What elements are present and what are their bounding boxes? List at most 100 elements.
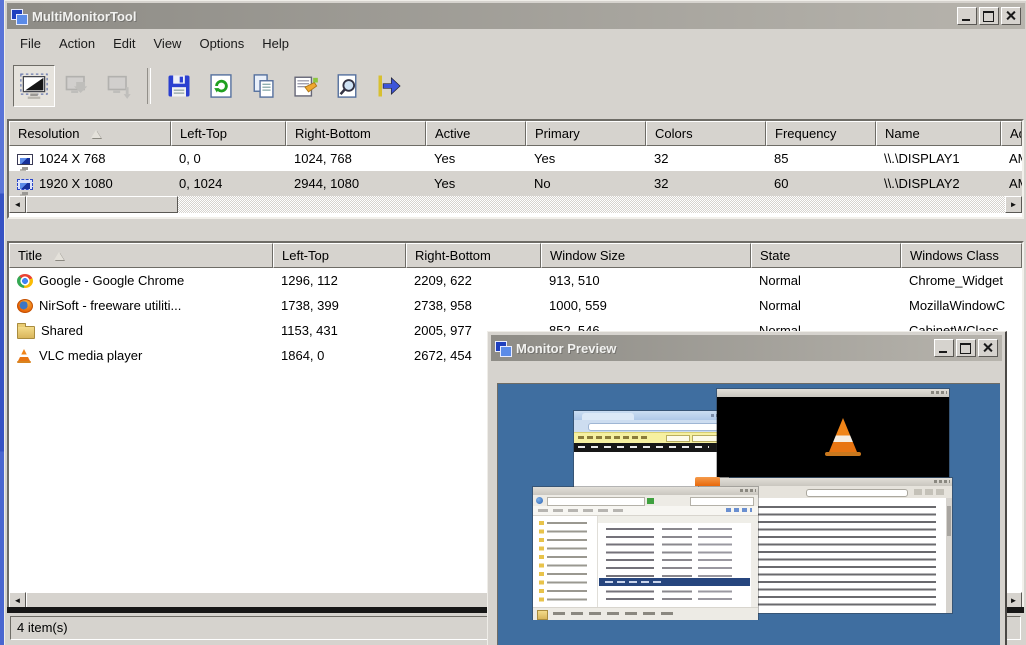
minimize-icon <box>939 351 947 353</box>
sort-ascending-icon <box>54 252 64 260</box>
display-monitor-selected-icon <box>17 179 33 190</box>
column-header-right-bottom[interactable]: Right-Bottom <box>286 121 426 146</box>
minimize-icon <box>962 19 970 21</box>
find-icon <box>333 72 361 100</box>
folder-icon <box>17 326 35 339</box>
column-header-right-bottom[interactable]: Right-Bottom <box>406 243 541 268</box>
main-titlebar[interactable]: MultiMonitorTool <box>7 3 1025 29</box>
save-button[interactable] <box>159 66 199 106</box>
monitors-list: Resolution Left-Top Right-Bottom Active … <box>7 119 1024 219</box>
column-header-resolution[interactable]: Resolution <box>9 121 171 146</box>
preview-window-buttons <box>934 480 950 483</box>
column-header-left-top[interactable]: Left-Top <box>171 121 286 146</box>
preview-vlc-window <box>717 389 949 477</box>
preview-chrome-addressbar <box>588 423 719 431</box>
disable-monitor-button[interactable] <box>99 66 139 106</box>
monitor-row-display1[interactable]: 1024 X 768 0, 0 1024, 768 Yes Yes 32 85 … <box>9 146 1022 171</box>
app-icon <box>495 341 511 356</box>
monitor-preview-button[interactable] <box>13 65 55 107</box>
disable-monitor-icon <box>105 73 133 99</box>
window-row-firefox[interactable]: NirSoft - freeware utiliti... 1738, 399 … <box>9 293 1022 318</box>
enable-monitor-icon <box>63 73 91 99</box>
preview-window-buttons <box>740 489 756 492</box>
chrome-icon <box>17 274 33 288</box>
column-header-primary[interactable]: Primary <box>526 121 646 146</box>
scroll-right-arrow-icon[interactable] <box>1005 196 1022 213</box>
preview-chrome-tab <box>582 413 634 420</box>
refresh-button[interactable] <box>201 66 241 106</box>
vlc-icon <box>17 349 33 363</box>
preview-explorer-addressbar <box>533 495 758 506</box>
preview-refresh-icon <box>647 498 654 504</box>
column-header-title[interactable]: Title <box>9 243 273 268</box>
monitors-header-row: Resolution Left-Top Right-Bottom Active … <box>9 121 1022 146</box>
menu-edit[interactable]: Edit <box>104 33 144 54</box>
display-monitor-icon <box>17 154 33 165</box>
copy-icon <box>249 72 277 100</box>
refresh-icon <box>207 72 235 100</box>
minimize-button[interactable] <box>957 7 977 25</box>
preview-chrome-infobar <box>574 432 729 443</box>
monitor-row-display2[interactable]: 1920 X 1080 0, 1024 2944, 1080 Yes No 32… <box>9 171 1022 196</box>
column-header-left-top[interactable]: Left-Top <box>273 243 406 268</box>
minimize-button[interactable] <box>934 339 954 357</box>
close-icon <box>1002 8 1020 24</box>
column-header-active[interactable]: Active <box>426 121 526 146</box>
properties-button[interactable] <box>285 66 325 106</box>
preview-explorer-window <box>533 487 758 619</box>
preview-firefox-scrollbar <box>946 498 952 613</box>
maximize-button[interactable] <box>979 7 999 25</box>
scrollbar-track[interactable] <box>178 196 1005 213</box>
preview-back-icon <box>536 497 543 504</box>
copy-button[interactable] <box>243 66 283 106</box>
menu-file[interactable]: File <box>11 33 50 54</box>
exit-icon <box>375 72 403 100</box>
sort-ascending-icon <box>91 130 101 138</box>
preview-window-title: Monitor Preview <box>516 341 934 356</box>
find-button[interactable] <box>327 66 367 106</box>
enable-monitor-button[interactable] <box>57 66 97 106</box>
preview-selected-file-row <box>599 578 750 586</box>
scroll-left-arrow-icon[interactable] <box>9 196 26 213</box>
maximize-button[interactable] <box>956 339 976 357</box>
scrollbar-thumb[interactable] <box>26 196 178 213</box>
column-header-adapter[interactable]: Ad <box>1001 121 1022 146</box>
close-button[interactable] <box>1001 7 1021 25</box>
close-icon <box>979 340 997 356</box>
exit-button[interactable] <box>369 66 409 106</box>
save-icon <box>165 72 193 100</box>
menu-help[interactable]: Help <box>253 33 298 54</box>
column-header-colors[interactable]: Colors <box>646 121 766 146</box>
screen: MultiMonitorTool File Action Edit View O… <box>0 0 1026 645</box>
maximize-icon <box>960 343 971 354</box>
preview-explorer-statusbar <box>533 607 758 620</box>
toolbar-separator <box>147 68 151 104</box>
close-button[interactable] <box>978 339 998 357</box>
column-header-name[interactable]: Name <box>876 121 1001 146</box>
windows-header-row: Title Left-Top Right-Bottom Window Size … <box>9 243 1022 268</box>
monitor-preview-icon <box>19 72 49 100</box>
preview-firefox-menu-button <box>695 477 720 486</box>
column-header-window-size[interactable]: Window Size <box>541 243 751 268</box>
menu-action[interactable]: Action <box>50 33 104 54</box>
preview-explorer-filelist <box>533 516 758 607</box>
column-header-windows-class[interactable]: Windows Class <box>901 243 1022 268</box>
preview-explorer-toolbar <box>533 506 758 516</box>
column-header-frequency[interactable]: Frequency <box>766 121 876 146</box>
preview-vlc-cone-icon <box>829 418 857 454</box>
preview-explorer-navpane <box>533 516 598 607</box>
properties-icon <box>291 72 319 100</box>
preview-window-buttons <box>931 391 947 394</box>
menu-options[interactable]: Options <box>190 33 253 54</box>
menu-view[interactable]: View <box>145 33 191 54</box>
window-row-chrome[interactable]: Google - Google Chrome 1296, 112 2209, 6… <box>9 268 1022 293</box>
toolbar <box>7 59 1025 113</box>
menubar: File Action Edit View Options Help <box>7 29 1025 57</box>
preview-desktop <box>497 383 1000 645</box>
preview-chrome-menustrip <box>574 443 729 452</box>
preview-titlebar[interactable]: Monitor Preview <box>491 335 1002 361</box>
monitors-horizontal-scrollbar[interactable] <box>9 196 1022 213</box>
monitor-preview-window: Monitor Preview <box>487 331 1007 645</box>
preview-explorer-scrollbar <box>751 523 758 607</box>
column-header-state[interactable]: State <box>751 243 901 268</box>
